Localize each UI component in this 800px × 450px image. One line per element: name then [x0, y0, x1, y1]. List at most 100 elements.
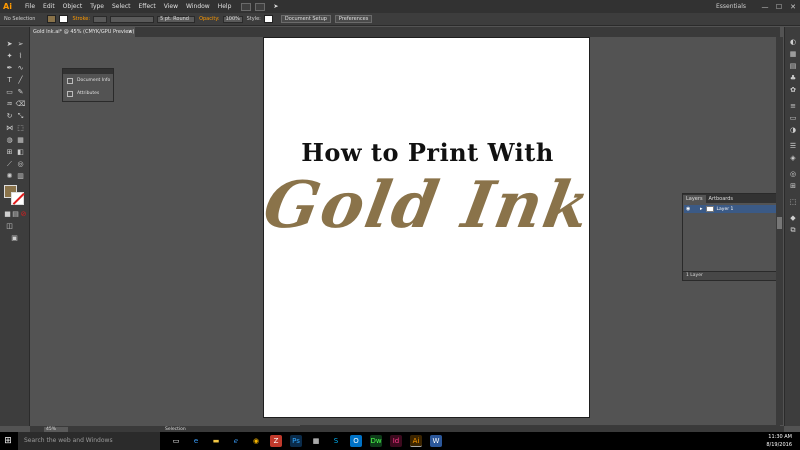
- free-transform-tool-icon[interactable]: ⬚: [15, 123, 26, 133]
- opacity-label[interactable]: Opacity:: [199, 16, 220, 22]
- task-view-icon[interactable]: ▭: [170, 435, 182, 447]
- workspace-switcher[interactable]: Essentials: [716, 3, 746, 10]
- gradient-panel-icon[interactable]: ▭: [788, 113, 798, 123]
- artboards-panel-icon[interactable]: ⧉: [788, 225, 798, 235]
- line-tool-icon[interactable]: ╱: [15, 75, 26, 85]
- menu-help[interactable]: Help: [218, 3, 232, 10]
- brushes-panel-icon[interactable]: ♣: [788, 73, 798, 83]
- visibility-eye-icon[interactable]: ◉: [686, 206, 692, 212]
- illustrator-taskbar-icon[interactable]: Ai: [410, 435, 422, 447]
- ie-icon[interactable]: ℯ: [230, 435, 242, 447]
- scale-tool-icon[interactable]: ⤡: [15, 111, 26, 121]
- magic-wand-tool-icon[interactable]: ✦: [4, 51, 15, 61]
- menu-effect[interactable]: Effect: [139, 3, 156, 10]
- dreamweaver-icon[interactable]: Dw: [370, 435, 382, 447]
- file-explorer-icon[interactable]: ▬: [210, 435, 222, 447]
- appearance-panel-icon[interactable]: ☰: [788, 141, 798, 151]
- color-guide-icon[interactable]: ▦: [788, 49, 798, 59]
- word-icon[interactable]: W: [430, 435, 442, 447]
- stroke-color-box[interactable]: [11, 192, 24, 205]
- artboard[interactable]: How to Print With Gold Ink: [258, 37, 597, 418]
- variable-width-field[interactable]: [110, 15, 155, 23]
- artwork-heading[interactable]: How to Print With: [264, 138, 591, 167]
- minimize-button[interactable]: —: [758, 3, 772, 11]
- windows-start-icon[interactable]: ⊞: [0, 432, 16, 450]
- chrome-icon[interactable]: ◉: [250, 435, 262, 447]
- menu-type[interactable]: Type: [90, 3, 104, 10]
- blend-tool-icon[interactable]: ◎: [15, 159, 26, 169]
- photoshop-icon[interactable]: Ps: [290, 435, 302, 447]
- menu-select[interactable]: Select: [112, 3, 131, 10]
- edge-icon[interactable]: e: [190, 435, 202, 447]
- paintbrush-tool-icon[interactable]: ♒: [4, 99, 15, 109]
- none-mode-icon[interactable]: ⊘: [18, 209, 29, 219]
- rectangle-tool-icon[interactable]: ▭: [4, 87, 15, 97]
- close-tab-icon[interactable]: ×: [128, 27, 132, 37]
- indesign-icon[interactable]: Id: [390, 435, 402, 447]
- graph-tool-icon[interactable]: ▥: [15, 171, 26, 181]
- send-icon[interactable]: ➤: [273, 3, 278, 10]
- pencil-tool-icon[interactable]: ✎: [15, 87, 26, 97]
- bridge-button[interactable]: [241, 2, 252, 11]
- artwork-gold-ink-script[interactable]: Gold Ink: [257, 168, 597, 243]
- swatches-panel-icon[interactable]: ▤: [788, 61, 798, 71]
- tab-artboards[interactable]: Artboards: [706, 195, 736, 203]
- stroke-weight-field[interactable]: [93, 15, 108, 23]
- type-tool-icon[interactable]: T: [4, 75, 15, 85]
- menu-file[interactable]: File: [25, 3, 35, 10]
- symbols-panel-icon[interactable]: ✿: [788, 85, 798, 95]
- maximize-button[interactable]: ☐: [772, 3, 786, 11]
- graphic-styles-icon[interactable]: ◈: [788, 153, 798, 163]
- layers-panel-icon[interactable]: ◆: [788, 213, 798, 223]
- screen-mode-icon[interactable]: ▣: [9, 233, 20, 243]
- taskbar-search-input[interactable]: Search the web and Windows: [18, 432, 160, 450]
- filezilla-icon[interactable]: Z: [270, 435, 282, 447]
- drawing-mode-icon[interactable]: ◫: [4, 221, 15, 231]
- outlook-icon[interactable]: O: [350, 435, 362, 447]
- menu-window[interactable]: Window: [186, 3, 210, 10]
- lasso-tool-icon[interactable]: ⌇: [15, 51, 26, 61]
- stroke-label[interactable]: Stroke:: [72, 16, 90, 22]
- system-tray[interactable]: 11:30 AM 8/19/2016: [740, 432, 800, 450]
- arrange-documents-button[interactable]: [255, 2, 266, 11]
- graphic-style-swatch[interactable]: [263, 15, 273, 23]
- layer-name[interactable]: Layer 1: [717, 207, 734, 212]
- gradient-tool-icon[interactable]: ◧: [15, 147, 26, 157]
- attributes-item[interactable]: Attributes: [63, 87, 113, 100]
- close-button[interactable]: ✕: [786, 3, 800, 11]
- direct-selection-tool-icon[interactable]: ➢: [15, 39, 26, 49]
- perspective-grid-tool-icon[interactable]: ▦: [15, 135, 26, 145]
- transparency-panel-icon[interactable]: ◑: [788, 125, 798, 135]
- vertical-scroll-thumb[interactable]: [777, 217, 782, 229]
- eraser-tool-icon[interactable]: ⌫: [15, 99, 26, 109]
- menu-object[interactable]: Object: [63, 3, 83, 10]
- document-tab[interactable]: Gold Ink.ai* @ 45% (CMYK/GPU Preview) ×: [30, 27, 135, 37]
- symbol-sprayer-tool-icon[interactable]: ✺: [4, 171, 15, 181]
- menu-view[interactable]: View: [164, 3, 178, 10]
- pen-tool-icon[interactable]: ✒: [4, 63, 15, 73]
- rotate-tool-icon[interactable]: ↻: [4, 111, 15, 121]
- color-panel-icon[interactable]: ◐: [788, 37, 798, 47]
- fill-swatch[interactable]: [47, 15, 57, 23]
- curvature-tool-icon[interactable]: ∿: [15, 63, 26, 73]
- selection-tool-icon[interactable]: ➤: [4, 39, 15, 49]
- calendar-icon[interactable]: ▦: [310, 435, 322, 447]
- skype-icon[interactable]: S: [330, 435, 342, 447]
- brush-definition-field[interactable]: 5 pt. Round: [157, 15, 196, 23]
- menu-edit[interactable]: Edit: [43, 3, 55, 10]
- expand-arrow-icon[interactable]: ▸: [700, 206, 703, 212]
- pathfinder-icon[interactable]: ⊞: [788, 181, 798, 191]
- document-info-item[interactable]: Document Info: [63, 74, 113, 87]
- align-panel-icon[interactable]: ◎: [788, 169, 798, 179]
- tab-layers[interactable]: Layers: [683, 195, 706, 203]
- document-setup-button[interactable]: Document Setup: [280, 15, 331, 23]
- vertical-scrollbar[interactable]: [776, 37, 783, 425]
- stroke-swatch[interactable]: [59, 15, 69, 23]
- eyedropper-tool-icon[interactable]: ⟋: [4, 159, 15, 169]
- shape-builder-tool-icon[interactable]: ◍: [4, 135, 15, 145]
- transform-panel-icon[interactable]: ⬚: [788, 197, 798, 207]
- stroke-panel-icon[interactable]: ≡: [788, 101, 798, 111]
- layer-row[interactable]: ◉ ▸ Layer 1: [684, 205, 781, 213]
- preferences-button[interactable]: Preferences: [334, 15, 373, 23]
- opacity-field[interactable]: 100%: [222, 15, 243, 23]
